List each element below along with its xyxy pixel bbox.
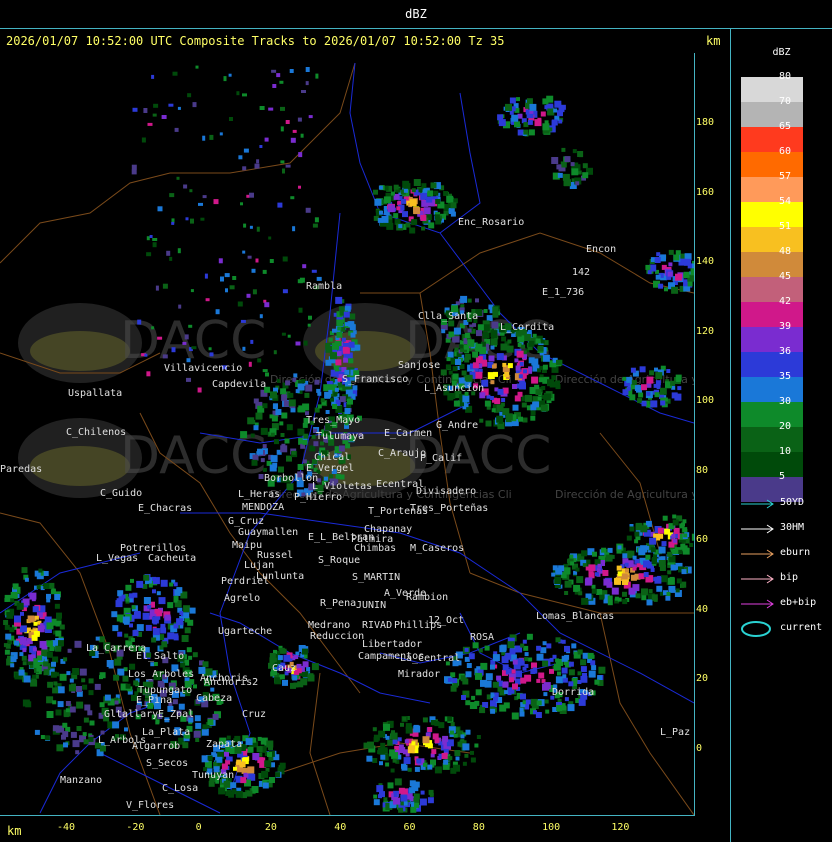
- legend-value: 60: [779, 146, 792, 157]
- track-legend-label: bip: [780, 572, 799, 583]
- y-tick-label: 160: [696, 186, 715, 198]
- track-legend-label: eburn: [780, 547, 811, 558]
- y-tick-label: 0: [696, 742, 703, 754]
- legend-title: dBZ: [772, 47, 791, 58]
- x-tick-label: 40: [334, 822, 347, 833]
- y-tick-label: 120: [696, 325, 715, 337]
- y-tick-label: 140: [696, 256, 715, 267]
- legend-value: 80: [779, 71, 792, 82]
- y-tick-label: 100: [696, 395, 715, 406]
- track-legend-label: eb+bip: [780, 597, 817, 608]
- legend-value: 45: [779, 271, 792, 282]
- track-legend-label: 50YD: [780, 497, 805, 508]
- legend-value: 42: [779, 296, 792, 307]
- track-legend-label: current: [780, 622, 823, 633]
- legend-value: 54: [779, 196, 792, 207]
- legend-swatch: [741, 127, 803, 152]
- y-tick-label: 20: [696, 673, 709, 684]
- legend-swatch: [741, 177, 803, 202]
- legend-value: 10: [779, 446, 792, 457]
- plot-title: 2026/01/07 10:52:00 UTC Composite Tracks…: [6, 34, 505, 48]
- legend-swatch: [741, 102, 803, 127]
- x-tick-label: -40: [57, 822, 76, 833]
- x-unit-label: km: [7, 824, 22, 838]
- legend-value: 57: [779, 171, 792, 182]
- legend-value: 20: [779, 421, 792, 432]
- legend-value: 30: [779, 396, 792, 407]
- x-tick-label: 60: [403, 822, 416, 833]
- legend-swatch: [741, 327, 803, 352]
- legend-value: 65: [779, 121, 792, 132]
- legend-swatch: [741, 227, 803, 252]
- legend-value: 36: [779, 346, 792, 357]
- legend-swatch: [741, 152, 803, 177]
- legend-swatch: [741, 302, 803, 327]
- legend-swatch: [741, 352, 803, 377]
- plot-frame: [0, 53, 695, 816]
- x-tick-label: 0: [195, 822, 202, 833]
- y-tick-label: 80: [696, 464, 709, 476]
- track-arrow-icon: [741, 599, 774, 609]
- legend-value: 70: [779, 96, 792, 107]
- track-arrow-icon: [741, 574, 774, 584]
- x-tick-label: -20: [126, 822, 145, 833]
- legend-swatch: [741, 377, 803, 402]
- window-title: dBZ: [0, 0, 832, 28]
- top-divider: [0, 28, 832, 29]
- legend-value: 51: [779, 221, 792, 232]
- legend-value: 48: [779, 246, 792, 257]
- legend-swatch: [741, 77, 803, 102]
- y-unit-label: km: [706, 34, 721, 48]
- x-tick-label: 120: [611, 822, 630, 833]
- track-legend-label: 30HM: [780, 522, 805, 533]
- legend-value: 35: [779, 371, 792, 382]
- legend-swatch: [741, 402, 803, 427]
- y-tick-label: 40: [696, 603, 709, 615]
- track-arrow-icon: [741, 549, 774, 559]
- x-tick-label: 100: [542, 822, 561, 833]
- legend-value: 39: [779, 321, 792, 332]
- legend-swatch: [741, 252, 803, 277]
- track-arrow-icon: [741, 499, 774, 509]
- legend-value: 5: [779, 471, 786, 482]
- current-ellipse-icon: [741, 621, 771, 637]
- legend-swatch: [741, 452, 803, 477]
- x-tick-label: 20: [264, 822, 277, 833]
- track-arrow-icon: [741, 524, 774, 534]
- legend-swatch: [741, 427, 803, 452]
- y-tick-label: 180: [696, 117, 715, 128]
- x-tick-label: 80: [472, 822, 485, 833]
- legend-swatch: [741, 277, 803, 302]
- legend-panel: dBZ 80 70 65 60 57 54 51 48 45 42 39 36 35 30 20 10 5 50…: [731, 29, 832, 842]
- y-tick-label: 60: [696, 534, 709, 545]
- legend-swatch: [741, 202, 803, 227]
